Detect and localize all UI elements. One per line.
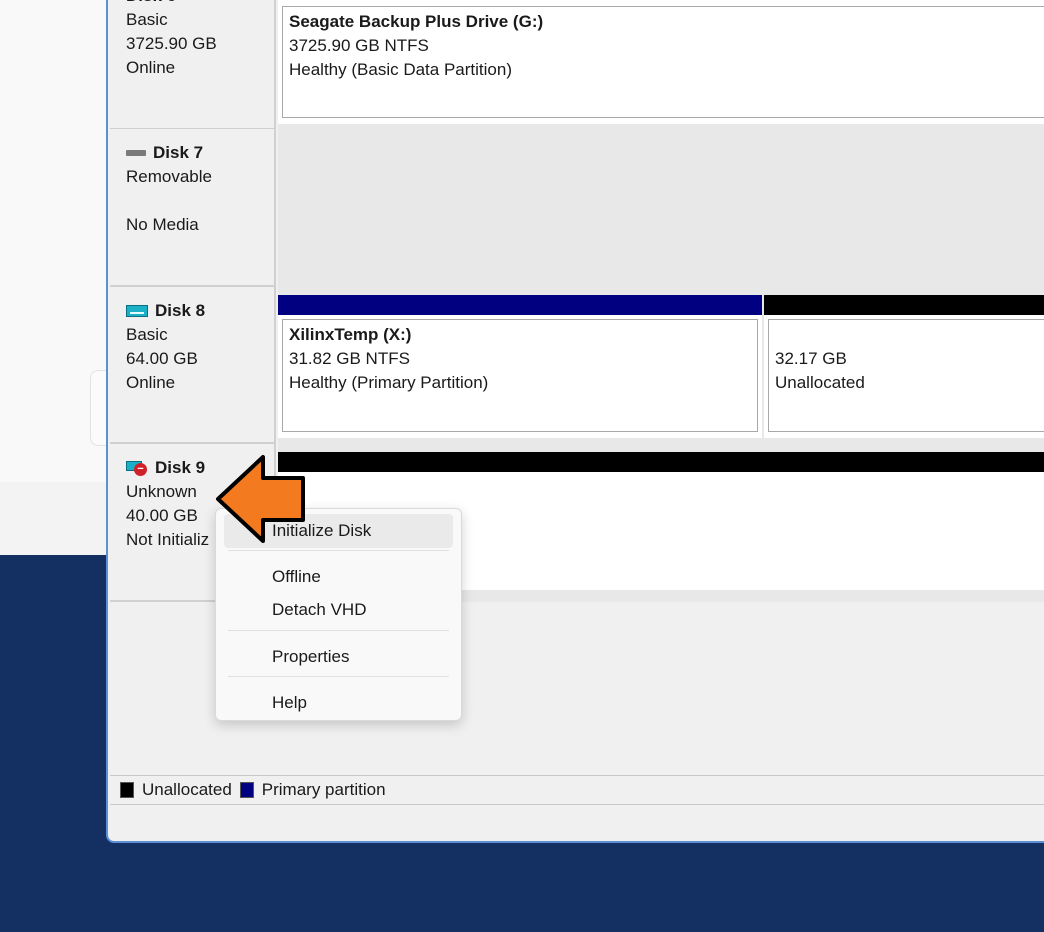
partition-size: 32.17 GB [775, 349, 847, 368]
disk-area-8: XilinxTemp (X:) 31.82 GB NTFS Healthy (P… [278, 287, 1044, 444]
uninitialized-disk-icon: − [126, 459, 148, 477]
menu-item-properties[interactable]: Properties [224, 640, 453, 674]
disk-status: Online [126, 373, 176, 392]
disk-size: 64.00 GB [126, 349, 198, 368]
partition-fs: 31.82 GB NTFS [289, 349, 410, 368]
menu-item-help[interactable]: Help [224, 686, 453, 720]
basic-disk-icon [126, 305, 148, 317]
disk-label-7[interactable]: Disk 7 Removable No Media [110, 129, 276, 287]
removable-disk-icon [126, 150, 146, 156]
legend-label: Primary partition [261, 780, 386, 799]
menu-separator [228, 550, 449, 551]
unallocated-bar [278, 452, 1044, 472]
partition-title: XilinxTemp (X:) [289, 325, 412, 344]
disk-type: Removable [126, 167, 212, 186]
disk-name: Disk 8 [155, 301, 206, 320]
partition-title: Seagate Backup Plus Drive (G:) [289, 12, 544, 31]
partition-g[interactable]: Seagate Backup Plus Drive (G:) 3725.90 G… [278, 0, 1044, 124]
disk-type: Basic [126, 325, 168, 344]
partition-box: XilinxTemp (X:) 31.82 GB NTFS Healthy (P… [282, 319, 758, 432]
legend-swatch [120, 782, 134, 798]
disk-label-8[interactable]: Disk 8 Basic 64.00 GB Online [110, 287, 276, 444]
partition-status: Unallocated [775, 373, 865, 392]
partition-box: 32.17 GB Unallocated [768, 319, 1044, 432]
disk-name-row: Disk 7 [126, 141, 274, 165]
partition-fs: 3725.90 GB NTFS [289, 36, 429, 55]
unallocated-bar [764, 295, 1044, 315]
partition-unallocated[interactable]: 32.17 GB Unallocated [764, 295, 1044, 438]
disk-name: Disk 9 [155, 458, 206, 477]
disk-area-7 [278, 129, 1044, 287]
disk-size: 3725.90 GB [126, 34, 217, 53]
menu-separator [228, 676, 449, 677]
disk-row-7: Disk 7 Removable No Media [108, 129, 1044, 287]
partition-box: Seagate Backup Plus Drive (G:) 3725.90 G… [282, 6, 1044, 118]
legend-bar: Unallocated Primary partition [110, 775, 1044, 805]
disk-label-6[interactable]: Disk 6 Basic 3725.90 GB Online [110, 0, 276, 130]
disk-type: Basic [126, 10, 168, 29]
disk-row-8: Disk 8 Basic 64.00 GB Online XilinxTemp … [108, 287, 1044, 444]
disk-size [126, 189, 274, 213]
partition-x[interactable]: XilinxTemp (X:) 31.82 GB NTFS Healthy (P… [278, 295, 762, 438]
legend-swatch [239, 782, 254, 798]
disk-name: Disk 6 [126, 0, 274, 8]
legend-item-unallocated: Unallocated [120, 780, 232, 800]
legend-label: Unallocated [142, 780, 232, 799]
disk-row-6: Disk 6 Basic 3725.90 GB Online Seagate B… [108, 0, 1044, 130]
primary-partition-bar [278, 295, 762, 315]
menu-item-detach-vhd[interactable]: Detach VHD [224, 593, 453, 627]
partition-status: Healthy (Basic Data Partition) [289, 60, 512, 79]
menu-item-offline[interactable]: Offline [224, 560, 453, 594]
disk-name-row: Disk 8 [126, 299, 274, 323]
disk-name: Disk 7 [153, 143, 204, 162]
disk-status: No Media [126, 215, 199, 234]
partition-status: Healthy (Primary Partition) [289, 373, 489, 392]
pointer-arrow-icon [216, 455, 305, 543]
disk-status: Online [126, 58, 176, 77]
menu-separator [228, 630, 449, 631]
legend-item-primary: Primary partition [239, 780, 386, 800]
partition-title [775, 323, 1044, 347]
disk-area-6: Seagate Backup Plus Drive (G:) 3725.90 G… [278, 0, 1044, 130]
